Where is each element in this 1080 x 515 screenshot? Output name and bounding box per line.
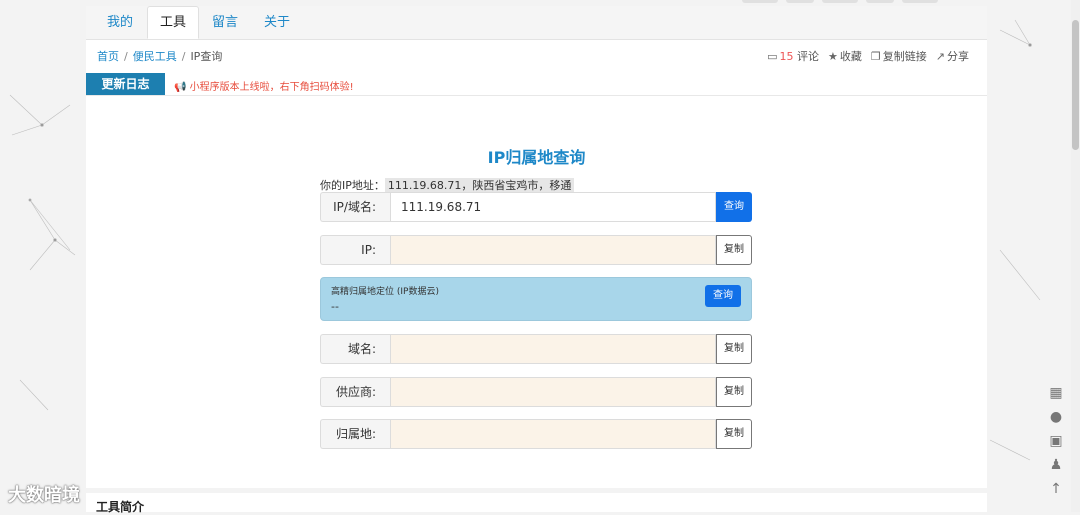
changelog-bar: 更新日志 📢 小程序版本上线啦，右下角扫码体验! — [86, 73, 987, 96]
tab-messages[interactable]: 留言 — [201, 6, 249, 39]
page-title: IP归属地查询 — [487, 148, 586, 167]
tool-intro-heading: 工具简介 — [96, 500, 145, 514]
favorite-button[interactable]: ★ 收藏 — [828, 48, 862, 64]
main-card: 我的 工具 留言 关于 首页 / 便民工具 / IP查询 ▭ 15 评论 ★ 收藏 ❐ 复制链… — [86, 6, 987, 488]
changelog-notice[interactable]: 📢 小程序版本上线啦，右下角扫码体验! — [174, 78, 354, 93]
scrollbar[interactable] — [1071, 0, 1080, 512]
location-label: 归属地: — [320, 419, 390, 449]
gift-icon[interactable]: ▣ — [1046, 431, 1066, 451]
notice-text: 小程序版本上线啦，右下角扫码体验! — [189, 82, 354, 93]
my-ip-label: 你的IP地址： — [320, 179, 385, 192]
copy-link-button[interactable]: ❐ 复制链接 — [871, 48, 927, 64]
ip-domain-input[interactable]: 111.19.68.71 — [390, 192, 716, 222]
changelog-badge[interactable]: 更新日志 — [86, 73, 165, 95]
favorite-label: 收藏 — [839, 50, 862, 63]
megaphone-icon: 📢 — [174, 82, 187, 93]
top-bar-fragment — [742, 0, 778, 3]
comment-label: 评论 — [797, 50, 820, 63]
watermark: 大数暗境 — [8, 485, 80, 506]
my-ip-value: 111.19.68.71，陕西省宝鸡市，移通 — [384, 178, 575, 193]
copy-provider-button[interactable]: 复制 — [716, 377, 752, 407]
copy-location-button[interactable]: 复制 — [716, 419, 752, 449]
qq-icon[interactable]: ♟ — [1046, 455, 1066, 475]
geo-value: -- — [331, 300, 339, 313]
tool-intro-card: 工具简介 — [86, 493, 987, 514]
geo-query-button[interactable]: 查询 — [705, 285, 741, 307]
ip-row: IP: 复制 — [320, 235, 752, 265]
query-label: IP/域名: — [320, 192, 390, 222]
domain-label: 域名: — [320, 334, 390, 364]
qrcode-icon[interactable]: ▦ — [1046, 383, 1066, 403]
share-icon: ↗ — [935, 50, 945, 63]
tab-mine[interactable]: 我的 — [96, 6, 144, 39]
comment-icon: ▭ — [767, 50, 778, 63]
domain-result-field[interactable] — [390, 334, 716, 364]
top-bar-fragment — [786, 0, 814, 3]
domain-row: 域名: 复制 — [320, 334, 752, 364]
comment-link[interactable]: ▭ 15 评论 — [767, 48, 819, 64]
ip-label: IP: — [320, 235, 390, 265]
side-toolbar: ▦ ● ▣ ♟ ↑ — [1046, 383, 1066, 503]
arrow-up-icon[interactable]: ↑ — [1046, 479, 1066, 499]
breadcrumb-current: IP查询 — [190, 50, 223, 63]
comment-count: 15 — [779, 50, 794, 63]
breadcrumb-home[interactable]: 首页 — [97, 50, 119, 63]
breadcrumb-category[interactable]: 便民工具 — [133, 50, 177, 63]
top-bar-fragment — [866, 0, 894, 3]
query-row: IP/域名: 111.19.68.71 查询 — [320, 192, 752, 222]
geo-location-panel: 高精归属地定位 (IP数据云) -- 查询 — [320, 277, 752, 321]
provider-result-field[interactable] — [390, 377, 716, 407]
breadcrumb-separator: / — [124, 50, 128, 63]
geo-title: 高精归属地定位 (IP数据云) — [331, 287, 439, 297]
scrollbar-thumb[interactable] — [1072, 20, 1079, 150]
wechat-icon[interactable]: ● — [1046, 407, 1066, 427]
location-row: 归属地: 复制 — [320, 419, 752, 449]
breadcrumb-separator: / — [181, 50, 186, 63]
copy-icon: ❐ — [870, 50, 881, 63]
share-button[interactable]: ↗ 分享 — [936, 48, 969, 64]
page-actions: ▭ 15 评论 ★ 收藏 ❐ 复制链接 ↗ 分享 — [767, 48, 969, 64]
tab-tools[interactable]: 工具 — [147, 6, 199, 39]
provider-row: 供应商: 复制 — [320, 377, 752, 407]
tab-bar: 我的 工具 留言 关于 — [86, 6, 987, 40]
my-ip-line: 你的IP地址： 111.19.68.71，陕西省宝鸡市，移通 — [320, 177, 575, 193]
copy-domain-button[interactable]: 复制 — [716, 334, 752, 364]
copy-ip-button[interactable]: 复制 — [716, 235, 752, 265]
tab-about[interactable]: 关于 — [253, 6, 301, 39]
top-bar-fragment — [902, 0, 938, 3]
query-button[interactable]: 查询 — [716, 192, 752, 222]
top-bar-fragment — [822, 0, 858, 3]
ip-result-field[interactable] — [390, 235, 716, 265]
breadcrumb: 首页 / 便民工具 / IP查询 — [97, 48, 222, 64]
location-result-field[interactable] — [390, 419, 716, 449]
copy-link-label: 复制链接 — [882, 50, 927, 63]
provider-label: 供应商: — [320, 377, 390, 407]
share-label: 分享 — [947, 50, 969, 63]
star-icon: ★ — [828, 50, 838, 63]
